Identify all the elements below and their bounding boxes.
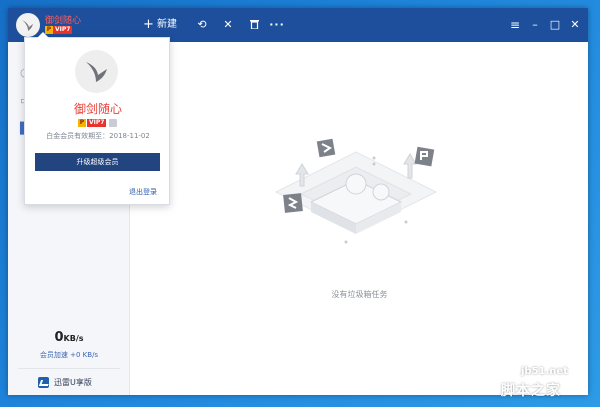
menu-button[interactable]: ≡ [505,8,525,42]
badge-p: P [78,119,86,127]
speed-value: 0 [54,330,64,345]
hamburger-icon: ≡ [509,18,521,32]
more-button[interactable]: ··· [267,8,287,42]
user-popup: 御剑随心 P VIP7 白金会员有效期至：2018-11-02 升级超级会员 退… [24,32,170,205]
watermark-text: 脚本之家 [501,383,561,399]
uplus-icon [38,377,49,388]
new-task-label: 新建 [156,19,177,30]
popup-avatar[interactable] [75,50,118,93]
title-badges: P VIP7 [45,26,73,34]
minimize-button[interactable]: – [525,8,545,42]
sidebar-divider [18,368,120,369]
badge-vip: VIP7 [53,26,73,34]
uplus-button[interactable]: 迅雷U享版 [38,377,92,388]
main-content: 没有垃圾箱任务 [131,42,588,395]
trash-button[interactable] [244,8,264,42]
empty-trash-illustration [274,138,438,244]
maximize-button[interactable]: □ [545,8,565,42]
speed-unit: KB/s [63,334,84,343]
close-icon: ✕ [223,18,233,31]
download-speed: 0KB/s [8,330,130,345]
undo-icon: ⟲ [197,18,207,31]
plus-icon: + [143,17,154,32]
undo-button[interactable]: ⟲ [192,8,212,42]
member-acceleration: 会员加速 +0 KB/s [39,351,99,359]
maximize-icon: □ [549,18,561,31]
hummingbird-icon [86,62,107,82]
title-username[interactable]: 御剑随心 [45,13,81,26]
trash-icon [249,20,259,30]
upgrade-button[interactable]: 升级超级会员 [35,153,160,171]
badge-vip: VIP7 [87,119,107,127]
window-close-button[interactable]: ✕ [565,8,585,42]
popup-username: 御剑随心 [73,102,122,116]
logout-link[interactable]: 退出登录 [129,187,157,197]
watermark-url: jb51.net [521,366,568,377]
window-close-icon: ✕ [570,18,580,31]
hummingbird-icon [22,20,33,31]
remove-button[interactable]: ✕ [218,8,238,42]
badge-gray-icon [109,119,118,127]
empty-state-text: 没有垃圾箱任务 [331,290,388,299]
uplus-label: 迅雷U享版 [54,378,92,387]
more-icon: ··· [269,18,285,31]
minimize-icon: – [532,18,538,31]
membership-expiry: 白金会员有效期至：2018-11-02 [46,132,150,140]
popup-badges: P VIP7 [78,119,118,127]
